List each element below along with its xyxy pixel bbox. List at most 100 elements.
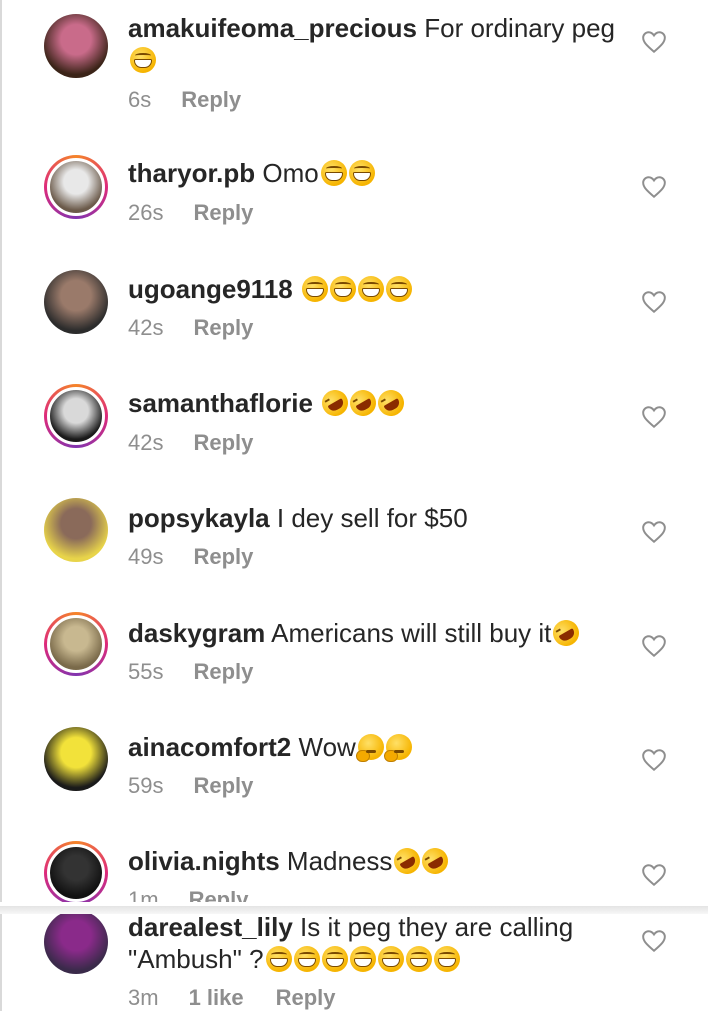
comment-meta-row: 49s Reply [128, 544, 253, 570]
grinning-face-icon [385, 276, 412, 302]
avatar[interactable] [44, 155, 108, 219]
grinning-face-icon [265, 946, 292, 972]
comment-text-line: daskygram Americans will still buy it [128, 615, 628, 651]
grinning-face-icon [130, 47, 156, 73]
comment-text-line: olivia.nights Madness [128, 843, 628, 879]
username-link[interactable]: daskygram [128, 618, 265, 648]
username-link[interactable]: tharyor.pb [128, 158, 255, 188]
username-link[interactable]: darealest_lily [128, 912, 293, 942]
avatar[interactable] [44, 14, 108, 78]
rolling-laughing-face-icon [389, 843, 426, 879]
grinning-face-icon [349, 946, 376, 972]
grinning-face-icon [293, 946, 320, 972]
comment-meta-row: 42s Reply [128, 430, 253, 456]
comment-meta-row: 26s Reply [128, 200, 253, 226]
comment-body: For ordinary peg [424, 13, 616, 43]
comment-meta-row: 6s Reply [128, 87, 241, 113]
avatar-photo [44, 910, 108, 974]
avatar[interactable] [44, 727, 108, 791]
avatar-photo [44, 270, 108, 334]
avatar-photo [47, 844, 105, 902]
reply-button[interactable]: Reply [181, 87, 241, 112]
comment-body: Wow [298, 732, 356, 762]
reply-button[interactable]: Reply [193, 200, 253, 225]
screenshot-splice-divider [0, 906, 708, 914]
rolling-laughing-face-icon [548, 615, 585, 651]
heart-icon[interactable] [641, 175, 667, 199]
comment-text-line: tharyor.pb Omo [128, 157, 628, 189]
username-link[interactable]: amakuifeoma_precious [128, 13, 417, 43]
grinning-face-icon [320, 160, 347, 186]
comment-body: Americans will still buy it [271, 618, 552, 648]
avatar-photo [47, 158, 105, 216]
grinning-face-icon [433, 946, 460, 972]
avatar[interactable] [44, 384, 108, 448]
avatar-photo [47, 615, 105, 673]
username-link[interactable]: olivia.nights [128, 846, 280, 876]
heart-icon[interactable] [641, 290, 667, 314]
grinning-face-icon [348, 160, 375, 186]
grinning-face-icon [301, 276, 328, 302]
grinning-face-icon [377, 946, 404, 972]
heart-icon[interactable] [641, 863, 667, 887]
avatar-photo [44, 14, 108, 78]
grinning-face-icon [329, 276, 356, 302]
heart-icon[interactable] [641, 520, 667, 544]
rolling-laughing-face-icon [345, 385, 381, 421]
comment-text-line: samanthaflorie [128, 385, 628, 421]
reply-button[interactable]: Reply [193, 430, 253, 455]
rolling-laughing-face-icon [373, 385, 409, 421]
heart-icon[interactable] [641, 634, 667, 658]
rolling-laughing-face-icon [317, 385, 353, 421]
grinning-face-icon [321, 946, 348, 972]
thinking-face-icon [383, 734, 412, 762]
comment-meta-row: 42s Reply [128, 315, 253, 341]
avatar-photo [44, 498, 108, 562]
avatar-photo [44, 727, 108, 791]
avatar[interactable] [44, 841, 108, 905]
username-link[interactable]: popsykayla [128, 503, 270, 533]
thinking-face-icon [355, 734, 384, 762]
grinning-face-icon [357, 276, 384, 302]
avatar-photo [47, 387, 105, 445]
avatar[interactable] [44, 612, 108, 676]
comment-meta-row: 3m 1 like Reply [128, 985, 336, 1011]
heart-icon[interactable] [641, 30, 667, 54]
comment-text-line: darealest_lily Is it peg they are callin… [128, 911, 628, 975]
left-edge-divider [0, 0, 2, 1011]
timestamp: 3m [128, 985, 159, 1010]
avatar[interactable] [44, 498, 108, 562]
avatar[interactable] [44, 910, 108, 974]
username-link[interactable]: ugoange9118 [128, 274, 293, 304]
comment-body: Madness [286, 846, 393, 876]
comment-meta-row: 55s Reply [128, 659, 253, 685]
avatar[interactable] [44, 270, 108, 334]
username-link[interactable]: ainacomfort2 [128, 732, 291, 762]
reply-button[interactable]: Reply [276, 985, 336, 1010]
comment-body: I dey sell for $50 [276, 503, 468, 533]
comment-text-line: amakuifeoma_precious For ordinary peg [128, 12, 628, 76]
username-link[interactable]: samanthaflorie [128, 388, 313, 418]
timestamp: 59s [128, 773, 164, 798]
rolling-laughing-face-icon [417, 843, 454, 879]
reply-button[interactable]: Reply [193, 659, 253, 684]
comment-text-line: popsykayla I dey sell for $50 [128, 502, 628, 534]
timestamp: 6s [128, 87, 152, 112]
heart-icon[interactable] [641, 929, 667, 953]
reply-button[interactable]: Reply [193, 315, 253, 340]
timestamp: 42s [128, 430, 164, 455]
heart-icon[interactable] [641, 405, 667, 429]
reply-button[interactable]: Reply [193, 544, 253, 569]
timestamp: 42s [128, 315, 164, 340]
comment-meta-row: 59s Reply [128, 773, 253, 799]
heart-icon[interactable] [641, 748, 667, 772]
comment-text-line: ugoange9118 [128, 273, 628, 305]
timestamp: 55s [128, 659, 164, 684]
reply-button[interactable]: Reply [193, 773, 253, 798]
grinning-face-icon [405, 946, 432, 972]
timestamp: 49s [128, 544, 164, 569]
comment-body: Omo [262, 158, 319, 188]
like-count[interactable]: 1 like [189, 985, 244, 1010]
timestamp: 26s [128, 200, 164, 225]
comment-text-line: ainacomfort2 Wow [128, 731, 628, 763]
